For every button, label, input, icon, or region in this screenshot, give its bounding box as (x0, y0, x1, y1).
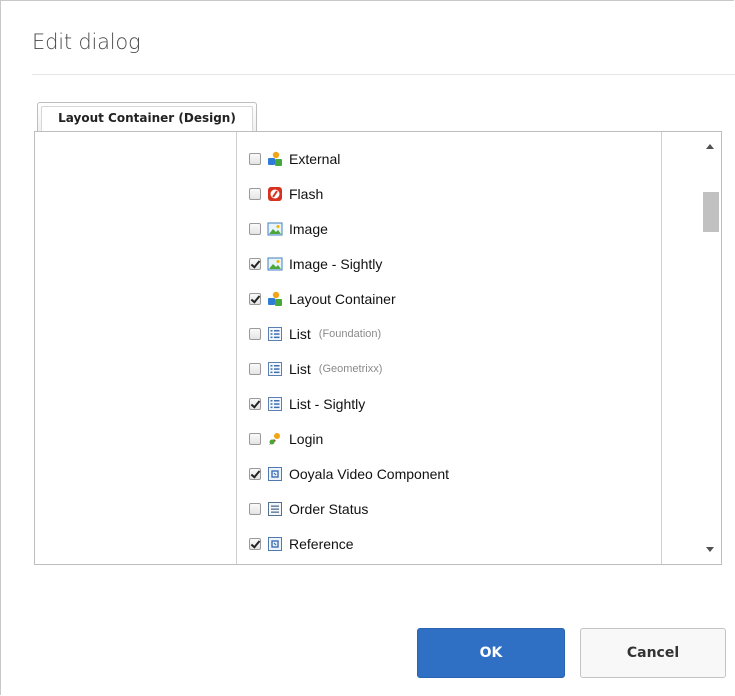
components-icon (267, 291, 283, 307)
component-label: List (289, 360, 311, 377)
component-checkbox[interactable] (249, 537, 261, 550)
list-item[interactable]: Order Status (249, 491, 449, 526)
component-label: Image - Sightly (289, 255, 383, 272)
login-icon (267, 431, 283, 447)
component-label: Flash (289, 185, 324, 202)
list-icon (267, 326, 283, 342)
list-item[interactable]: Ooyala Video Component (249, 456, 449, 491)
component-checkbox[interactable] (249, 327, 261, 340)
list-item[interactable]: List (Foundation) (249, 316, 449, 351)
tab-label: Layout Container (Design) (41, 106, 253, 132)
component-checkbox[interactable] (249, 502, 261, 515)
list-icon (267, 396, 283, 412)
component-label: List (289, 325, 311, 342)
component-checkbox[interactable] (249, 467, 261, 480)
list-item[interactable]: Image (249, 211, 449, 246)
component-checkbox[interactable] (249, 187, 261, 200)
component-checkbox[interactable] (249, 432, 261, 445)
list-item[interactable]: External (249, 141, 449, 176)
component-group-label: (Foundation) (318, 327, 382, 340)
flash-icon (267, 186, 283, 202)
list-item[interactable]: Login (249, 421, 449, 456)
component-checkbox[interactable] (249, 222, 261, 235)
list-item[interactable]: Image - Sightly (249, 246, 449, 281)
component-label: List - Sightly (289, 395, 366, 412)
list-item[interactable]: Reference (249, 526, 449, 561)
list-item[interactable]: Layout Container (249, 281, 449, 316)
ok-button[interactable]: OK (417, 628, 565, 678)
cancel-button[interactable]: Cancel (580, 628, 726, 678)
component-label: Image (289, 220, 328, 237)
edit-dialog: Edit dialog Layout Container (Design) Ex… (0, 0, 735, 695)
component-label: Reference (289, 535, 354, 552)
component-list-column: External Flash Image Image - Sightly Layout … (237, 132, 662, 564)
component-label: Layout Container (289, 290, 396, 307)
title-divider (32, 74, 735, 75)
list-item[interactable]: List - Sightly (249, 386, 449, 421)
component-checkbox[interactable] (249, 292, 261, 305)
tab-panel: External Flash Image Image - Sightly Layout … (34, 131, 722, 565)
list-icon (267, 361, 283, 377)
scroll-down-arrow-icon[interactable] (706, 547, 714, 552)
component-list: External Flash Image Image - Sightly Layout … (249, 141, 449, 561)
component-checkbox[interactable] (249, 257, 261, 270)
component-label: Order Status (289, 500, 369, 517)
dialog-title: Edit dialog (32, 30, 141, 54)
component-checkbox[interactable] (249, 152, 261, 165)
component-label: Login (289, 430, 324, 447)
scrollbar[interactable] (662, 132, 721, 564)
image-icon (267, 221, 283, 237)
list-item[interactable]: List (Geometrixx) (249, 351, 449, 386)
component-box-icon (267, 466, 283, 482)
left-column (35, 132, 237, 564)
component-group-label: (Geometrixx) (318, 362, 383, 375)
component-checkbox[interactable] (249, 397, 261, 410)
component-checkbox[interactable] (249, 362, 261, 375)
tab-layout-container-design[interactable]: Layout Container (Design) (37, 102, 257, 132)
scrollbar-thumb[interactable] (703, 192, 719, 232)
component-label: Ooyala Video Component (289, 465, 450, 482)
components-icon (267, 151, 283, 167)
image-icon (267, 256, 283, 272)
component-box-icon (267, 536, 283, 552)
order-status-icon (267, 501, 283, 517)
component-label: External (289, 150, 341, 167)
list-item[interactable]: Flash (249, 176, 449, 211)
scroll-up-arrow-icon[interactable] (706, 144, 714, 149)
